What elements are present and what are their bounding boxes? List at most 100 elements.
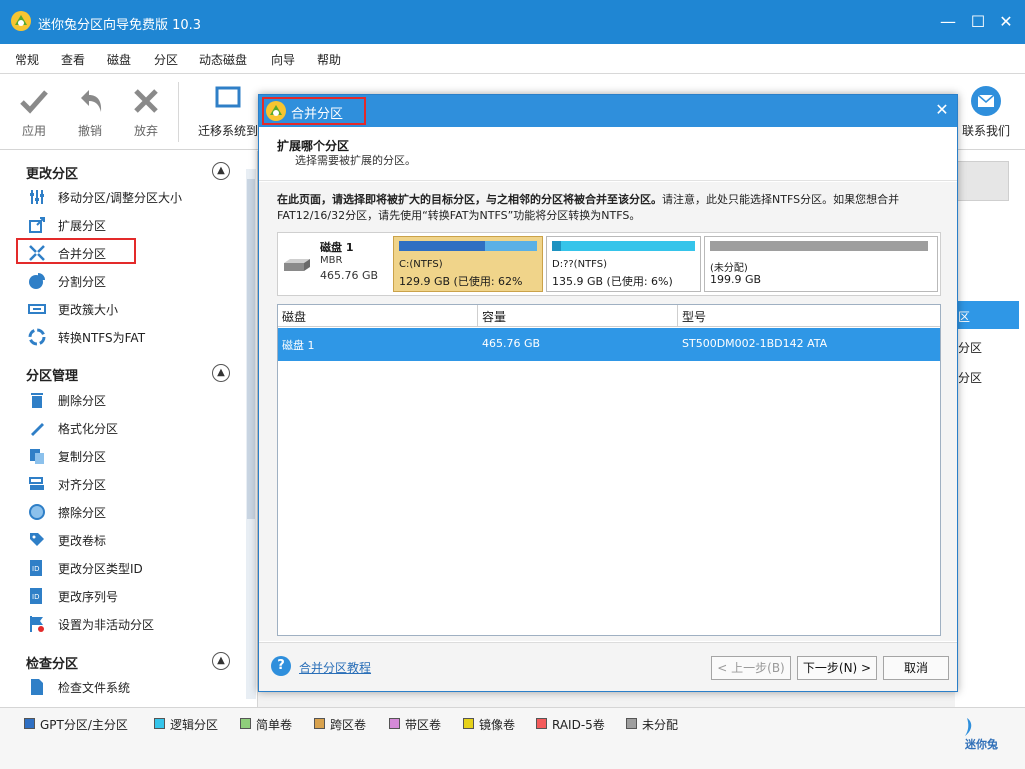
- partition-detail: 199.9 GB: [710, 273, 762, 286]
- sidebar-item-cluster-size[interactable]: 更改簇大小: [28, 298, 238, 320]
- sidebar-item-convert-ntfs-fat[interactable]: 转换NTFS为FAT: [28, 326, 238, 348]
- sidebar-item-label: 删除分区: [58, 394, 107, 408]
- sidebar-item-label: 擦除分区: [58, 506, 107, 520]
- sidebar-item-delete[interactable]: 删除分区: [28, 389, 238, 411]
- undo-button[interactable]: 撤销: [66, 80, 114, 146]
- legend-swatch: [314, 718, 325, 729]
- wipe-icon: [29, 504, 45, 520]
- tutorial-link[interactable]: 合并分区教程: [299, 659, 371, 676]
- sidebar-item-change-label[interactable]: 更改卷标: [28, 529, 238, 551]
- menu-bar: 常规 查看 磁盘 分区 动态磁盘 向导 帮助: [0, 44, 1025, 74]
- sidebar-item-label: 更改卷标: [58, 534, 107, 548]
- dialog-close-button[interactable]: ✕: [931, 99, 953, 121]
- sidebar-item-change-serial[interactable]: ID 更改序列号: [28, 585, 238, 607]
- collapse-chevron-icon[interactable]: ▲: [212, 364, 230, 382]
- disk-map-edge: [957, 161, 1009, 201]
- menu-wizard[interactable]: 向导: [271, 51, 295, 68]
- copy-icon: [30, 449, 44, 464]
- sidebar-item-wipe[interactable]: 擦除分区: [28, 501, 238, 523]
- collapse-chevron-icon[interactable]: ▲: [212, 652, 230, 670]
- sidebar-item-change-type-id[interactable]: ID 更改分区类型ID: [28, 557, 238, 579]
- discard-label: 放弃: [133, 124, 158, 138]
- trash-icon: [31, 393, 43, 408]
- tag-icon: [30, 533, 44, 546]
- discard-button[interactable]: 放弃: [122, 80, 170, 146]
- sidebar-item-check-fs[interactable]: 检查文件系统: [28, 676, 238, 698]
- sidebar-item-format[interactable]: 格式化分区: [28, 417, 238, 439]
- column-header-model[interactable]: 型号: [678, 305, 940, 327]
- section-change-partition: 更改分区: [26, 167, 79, 182]
- collapse-chevron-icon[interactable]: ▲: [212, 162, 230, 180]
- maximize-button[interactable]: ☐: [966, 10, 990, 34]
- sidebar-item-split[interactable]: 分割分区: [28, 270, 238, 292]
- menu-disk[interactable]: 磁盘: [107, 51, 131, 68]
- id-icon: ID: [30, 560, 42, 576]
- usage-fill: [552, 241, 561, 251]
- sidebar-item-extend[interactable]: 扩展分区: [28, 214, 238, 236]
- menu-dynamic-disk[interactable]: 动态磁盘: [199, 51, 247, 68]
- sidebar-item-move-resize[interactable]: 移动分区/调整分区大小: [28, 186, 238, 208]
- disk-table: 磁盘 容量 型号 磁盘 1 465.76 GB ST500DM002-1BD14…: [277, 304, 941, 636]
- partition-label: C:(NTFS): [399, 259, 443, 270]
- cancel-button[interactable]: 取消: [883, 656, 949, 680]
- brand-name: 迷你兔: [965, 738, 998, 751]
- bg-row-label: 分区: [958, 341, 983, 355]
- undo-label: 撤销: [77, 124, 102, 138]
- legend-swatch: [24, 718, 35, 729]
- legend-swatch: [240, 718, 251, 729]
- sidebar-item-label: 移动分区/调整分区大小: [58, 191, 183, 205]
- sidebar-item-label: 格式化分区: [58, 422, 119, 436]
- sidebar-item-label: 更改簇大小: [58, 303, 119, 317]
- help-icon[interactable]: ?: [271, 656, 291, 676]
- pen-icon: [31, 423, 44, 436]
- menu-partition[interactable]: 分区: [154, 51, 178, 68]
- menu-general[interactable]: 常规: [15, 51, 39, 68]
- menu-help[interactable]: 帮助: [317, 51, 341, 68]
- next-button[interactable]: 下一步(N) >: [797, 656, 877, 680]
- table-row[interactable]: 磁盘 1 465.76 GB ST500DM002-1BD142 ATA: [278, 328, 940, 361]
- usage-bar: [710, 241, 928, 251]
- sliders-icon: [30, 190, 44, 204]
- app-logo-icon: [11, 11, 31, 31]
- partition-c[interactable]: C:(NTFS) 129.9 GB (已使用: 62%: [393, 236, 543, 292]
- mail-icon: [971, 86, 1001, 116]
- partition-unallocated[interactable]: (未分配) 199.9 GB: [704, 236, 938, 292]
- back-button[interactable]: < 上一步(B): [711, 656, 791, 680]
- highlight-box-dialog-title: [262, 97, 366, 125]
- disk-type: MBR: [320, 255, 343, 266]
- bg-row-label: 区: [958, 310, 971, 324]
- menu-view[interactable]: 查看: [61, 51, 85, 68]
- disk-name: 磁盘 1: [320, 241, 354, 254]
- disk-size: 465.76 GB: [320, 269, 379, 282]
- sidebar: 更改分区 ▲ 移动分区/调整分区大小 扩展分区 合并分区 分割分区 更改簇大小 …: [0, 151, 258, 707]
- column-header-disk[interactable]: 磁盘: [278, 305, 478, 327]
- migrate-system-button[interactable]: 迁移系统到: [196, 80, 260, 146]
- migrate-label: 迁移系统到: [197, 124, 258, 138]
- sidebar-item-label: 更改分区类型ID: [58, 562, 143, 576]
- sidebar-item-label: 转换NTFS为FAT: [58, 331, 146, 345]
- partition-label: D:??(NTFS): [552, 259, 607, 270]
- sidebar-item-copy[interactable]: 复制分区: [28, 445, 238, 467]
- hard-disk-icon: [284, 259, 310, 271]
- sidebar-item-set-inactive[interactable]: 设置为非活动分区: [28, 613, 238, 635]
- apply-button[interactable]: 应用: [10, 80, 58, 146]
- sidebar-item-align[interactable]: 对齐分区: [28, 473, 238, 495]
- dialog-header: 扩展哪个分区 选择需要被扩展的分区。: [259, 127, 957, 181]
- usage-fill: [399, 241, 485, 251]
- convert-icon: [28, 328, 46, 346]
- legend-swatch: [463, 718, 474, 729]
- scrollbar-thumb[interactable]: [247, 179, 255, 519]
- usage-bar: [399, 241, 537, 251]
- column-header-capacity[interactable]: 容量: [478, 305, 678, 327]
- legend-swatch: [154, 718, 165, 729]
- cell-disk: 磁盘 1: [282, 339, 315, 352]
- contact-us-button[interactable]: 联系我们: [956, 80, 1016, 146]
- brand-logo: 迷你兔: [955, 714, 1015, 752]
- partition-d[interactable]: D:??(NTFS) 135.9 GB (已使用: 6%): [546, 236, 701, 292]
- sidebar-scrollbar[interactable]: [246, 169, 256, 699]
- x-icon: [134, 89, 158, 113]
- close-button[interactable]: ✕: [994, 10, 1018, 34]
- minimize-button[interactable]: —: [936, 10, 960, 34]
- partition-list-edge: [955, 151, 1025, 707]
- title-bar: 迷你兔分区向导免费版 10.3 — ☐ ✕: [0, 0, 1025, 44]
